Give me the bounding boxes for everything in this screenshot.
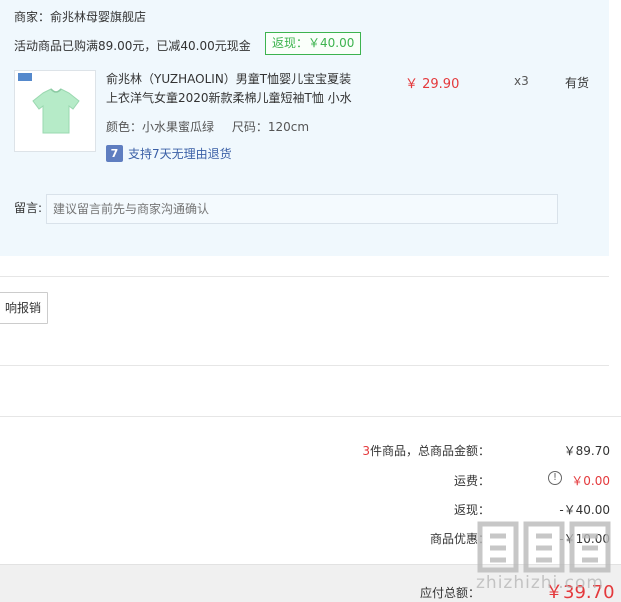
payment-footer <box>0 564 621 602</box>
payable-label: 应付总额： <box>420 586 481 600</box>
rebate-badge: 返现：￥40.00 <box>265 32 362 55</box>
payable-total: ￥39.70 <box>545 582 615 602</box>
product-price: ￥ 29.90 <box>405 77 460 92</box>
product-size: 尺码：120cm <box>231 120 310 134</box>
product-thumbnail[interactable] <box>14 70 96 152</box>
message-input[interactable] <box>46 194 558 224</box>
goods-count-label: 3件商品，总商品金额： <box>290 442 490 459</box>
message-label: 留言: <box>14 201 43 215</box>
product-color: 颜色：小水果蜜瓜绿 <box>106 120 215 134</box>
stock-status: 有货 <box>565 76 590 90</box>
discount-value: -￥10.00 <box>559 532 610 546</box>
seven-day-return-icon: 7 <box>106 145 123 162</box>
tshirt-image-icon <box>18 73 80 134</box>
shipping-label: 运费： <box>453 474 490 488</box>
rebate-label: 返现： <box>453 503 490 517</box>
return-policy-text: 支持7天无理由退货 <box>128 147 232 161</box>
rebate-value: -￥40.00 <box>559 503 610 517</box>
discount-label: 商品优惠： <box>429 532 490 546</box>
shipping-value: ￥0.00 <box>571 474 610 488</box>
goods-count-suffix: 件商品，总商品金额： <box>369 444 490 458</box>
divider <box>0 276 609 277</box>
divider <box>0 365 609 366</box>
product-name[interactable]: 俞兆林（YUZHAOLIN）男童T恤婴儿宝宝夏装上衣洋气女童2020新款柔棉儿童… <box>106 70 361 108</box>
merchant-name[interactable]: 商家：俞兆林母婴旗舰店 <box>14 8 146 25</box>
product-attributes: 颜色：小水果蜜瓜绿 尺码：120cm <box>106 118 323 135</box>
goods-count: 3 <box>362 444 370 458</box>
promotion-text: 活动商品已购满89.00元，已减40.00元现金 <box>14 39 251 53</box>
product-quantity: x3 <box>514 74 529 88</box>
shop-order-panel: 商家：俞兆林母婴旗舰店 活动商品已购满89.00元，已减40.00元现金 返现：… <box>0 0 609 256</box>
return-policy[interactable]: 7 支持7天无理由退货 <box>106 145 232 162</box>
invoice-button[interactable]: 响报销 <box>0 292 48 324</box>
divider <box>0 416 621 417</box>
total-goods-amount: ￥89.70 <box>563 444 610 458</box>
